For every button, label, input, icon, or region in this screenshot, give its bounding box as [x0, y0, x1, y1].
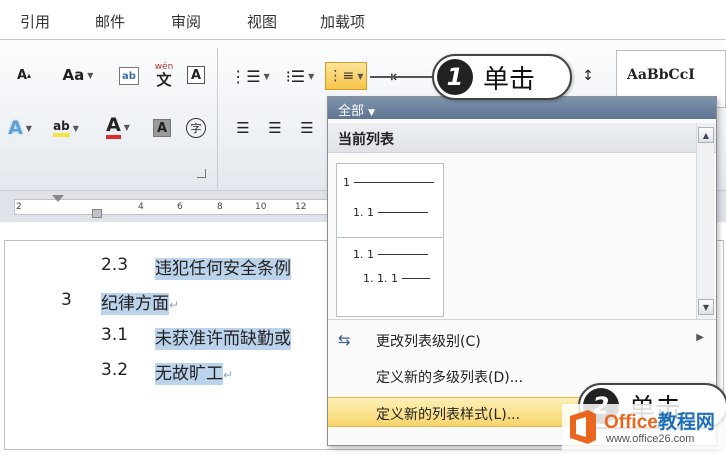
- change-case-button[interactable]: Aa ▼: [58, 64, 98, 86]
- numbered-list-icon: ⁝☰: [285, 66, 306, 86]
- grow-font-button[interactable]: A ▴: [12, 64, 36, 86]
- tab-view[interactable]: 视图: [247, 11, 277, 32]
- text-effects-button[interactable]: A ▼: [2, 116, 38, 140]
- ribbon-tab-bar: 引用 邮件 审阅 视图 加载项: [0, 0, 726, 40]
- submenu-arrow-icon: ▶: [696, 332, 704, 343]
- list-item[interactable]: 纪律方面↵: [101, 289, 180, 315]
- list-item[interactable]: 违犯任何安全条例: [155, 254, 291, 280]
- list-number: 3.1: [101, 325, 129, 345]
- font-color-button[interactable]: A ▼: [96, 114, 140, 140]
- callout-pointer: [370, 76, 432, 78]
- sort-icon: ↕: [582, 68, 594, 84]
- current-list-thumbnail[interactable]: 1. 1 1. 1. 1: [336, 237, 444, 317]
- char-border-button[interactable]: A: [184, 64, 208, 86]
- first-line-indent-marker[interactable]: [52, 195, 64, 202]
- step-badge: 1: [437, 59, 473, 95]
- watermark-url: www.office26.com: [606, 433, 695, 445]
- left-indent-marker[interactable]: [92, 209, 102, 218]
- indent-level-icon: ⇆: [338, 331, 351, 349]
- text-effects-icon: A: [8, 117, 23, 139]
- scroll-up-button[interactable]: ▲: [698, 127, 714, 143]
- clear-format-icon: ab: [119, 67, 139, 85]
- list-number: 3: [61, 290, 72, 310]
- align-left-icon: ☰: [236, 119, 250, 137]
- list-item[interactable]: 无故旷工↵: [155, 359, 234, 385]
- list-number: 3.2: [101, 360, 129, 380]
- align-left-button[interactable]: ☰: [230, 116, 256, 140]
- align-right-icon: ☰: [300, 119, 314, 137]
- group-divider: [217, 48, 218, 188]
- watermark-subtitle: 教程网: [657, 412, 715, 433]
- align-center-button[interactable]: ☰: [262, 116, 288, 140]
- multilevel-list-button[interactable]: ⋮≡ ▼: [325, 62, 367, 90]
- enclose-char-button[interactable]: 字: [184, 116, 208, 140]
- highlighter-icon: ab: [53, 119, 70, 137]
- site-watermark: Office教程网 www.office26.com: [562, 404, 726, 450]
- clear-format-button[interactable]: ab: [116, 64, 142, 88]
- tab-addins[interactable]: 加载项: [320, 11, 365, 32]
- menu-section-title: 当前列表: [328, 123, 716, 153]
- step-label: 单击: [483, 64, 536, 95]
- tab-mailings[interactable]: 邮件: [95, 11, 125, 32]
- list-item[interactable]: 未获准许而缺勤或: [155, 324, 291, 350]
- multilevel-list-icon: ⋮≡: [328, 68, 355, 84]
- list-number: 2.3: [101, 255, 129, 275]
- align-center-icon: ☰: [268, 119, 282, 137]
- step-callout-1: 1 单击: [432, 54, 572, 100]
- align-right-button[interactable]: ☰: [294, 116, 320, 140]
- chevron-down-icon: ▼: [368, 108, 376, 118]
- change-list-level-item[interactable]: ⇆ 更改列表级别(C) ▶: [328, 325, 716, 355]
- show-marks-button[interactable]: ↕: [575, 64, 601, 88]
- char-shading-button[interactable]: A: [150, 116, 174, 140]
- highlight-color-button[interactable]: ab ▼: [44, 116, 88, 140]
- watermark-title: Office: [604, 412, 658, 433]
- phonetic-guide-button[interactable]: wén 文: [150, 62, 178, 88]
- tab-review[interactable]: 审阅: [171, 11, 201, 32]
- font-dialog-launcher[interactable]: [197, 169, 206, 178]
- paragraph-mark-icon: ↵: [223, 368, 234, 382]
- office-logo-icon: [570, 410, 596, 444]
- phonetic-char-icon: 文: [156, 70, 172, 89]
- numbering-button[interactable]: ⁝☰ ▼: [280, 64, 320, 88]
- bullets-button[interactable]: ⋮☰ ▼: [230, 64, 270, 88]
- bullet-list-icon: ⋮☰: [230, 66, 261, 86]
- scroll-down-button[interactable]: ▼: [698, 299, 714, 315]
- menu-filter-header[interactable]: 全部 ▼: [328, 97, 716, 119]
- tab-references[interactable]: 引用: [20, 11, 50, 32]
- menu-scrollbar[interactable]: ▲ ▼: [696, 123, 714, 319]
- paragraph-mark-icon: ↵: [169, 298, 180, 312]
- menu-divider: [328, 319, 716, 320]
